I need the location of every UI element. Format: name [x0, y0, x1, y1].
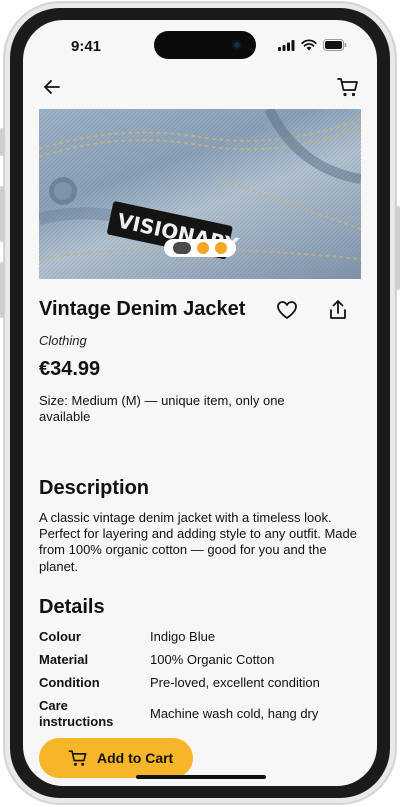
details-label: Colour: [39, 629, 81, 644]
cart-icon: [68, 750, 87, 766]
status-icons: [278, 39, 347, 51]
carousel-dot-1[interactable]: [173, 242, 191, 254]
details-value: Machine wash cold, hang dry: [150, 706, 319, 721]
carousel-dot-2[interactable]: [197, 242, 209, 254]
arrow-left-icon: [44, 80, 60, 94]
volume-down-button: [0, 262, 4, 318]
title-row: Vintage Denim Jacket: [39, 296, 361, 328]
battery-icon: [323, 39, 347, 51]
product-details: Vintage Denim Jacket Clothing €34.99 Siz…: [39, 296, 361, 729]
image-carousel-indicator[interactable]: [164, 239, 236, 257]
heart-icon: [277, 301, 297, 319]
home-indicator[interactable]: [136, 775, 266, 779]
wifi-icon: [301, 39, 317, 51]
details-label: Material: [39, 652, 89, 667]
status-bar: 9:41: [23, 20, 377, 70]
share-icon: [330, 300, 346, 319]
details-value: Indigo Blue: [150, 629, 216, 644]
add-to-cart-button[interactable]: Add to Cart: [39, 738, 193, 778]
add-to-cart-label: Add to Cart: [97, 750, 174, 766]
top-navigation-bar: [23, 72, 377, 112]
details-heading: Details: [39, 596, 105, 618]
back-button[interactable]: [39, 74, 65, 100]
details-value: 100% Organic Cotton: [150, 652, 275, 667]
product-title: Vintage Denim Jacket: [39, 298, 246, 320]
favorite-button[interactable]: [275, 298, 299, 322]
details-label: Condition: [39, 675, 100, 690]
dynamic-island: [154, 31, 256, 59]
details-value: Pre-loved, excellent condition: [150, 675, 320, 690]
product-image[interactable]: VISIONARY: [39, 109, 361, 279]
signal-icon: [278, 39, 295, 51]
carousel-dot-3[interactable]: [215, 242, 227, 254]
screen: 9:41 VISIONARY Vintage Denim Jacket Clot…: [23, 20, 377, 786]
cart-icon: [337, 78, 358, 97]
volume-up-button: [0, 186, 4, 242]
description-text: A classic vintage denim jacket with a ti…: [39, 510, 357, 574]
product-size: Size: Medium (M) — unique item, only one…: [39, 393, 285, 424]
cart-button[interactable]: [335, 74, 361, 100]
description-heading: Description: [39, 477, 150, 499]
status-time: 9:41: [71, 38, 102, 55]
power-button: [396, 206, 400, 290]
product-category: Clothing: [39, 333, 87, 348]
details-label: Care instructions: [39, 698, 114, 729]
share-button[interactable]: [327, 298, 349, 322]
camera-icon: [232, 40, 242, 50]
product-price: €34.99: [39, 358, 101, 380]
action-button: [0, 128, 4, 156]
